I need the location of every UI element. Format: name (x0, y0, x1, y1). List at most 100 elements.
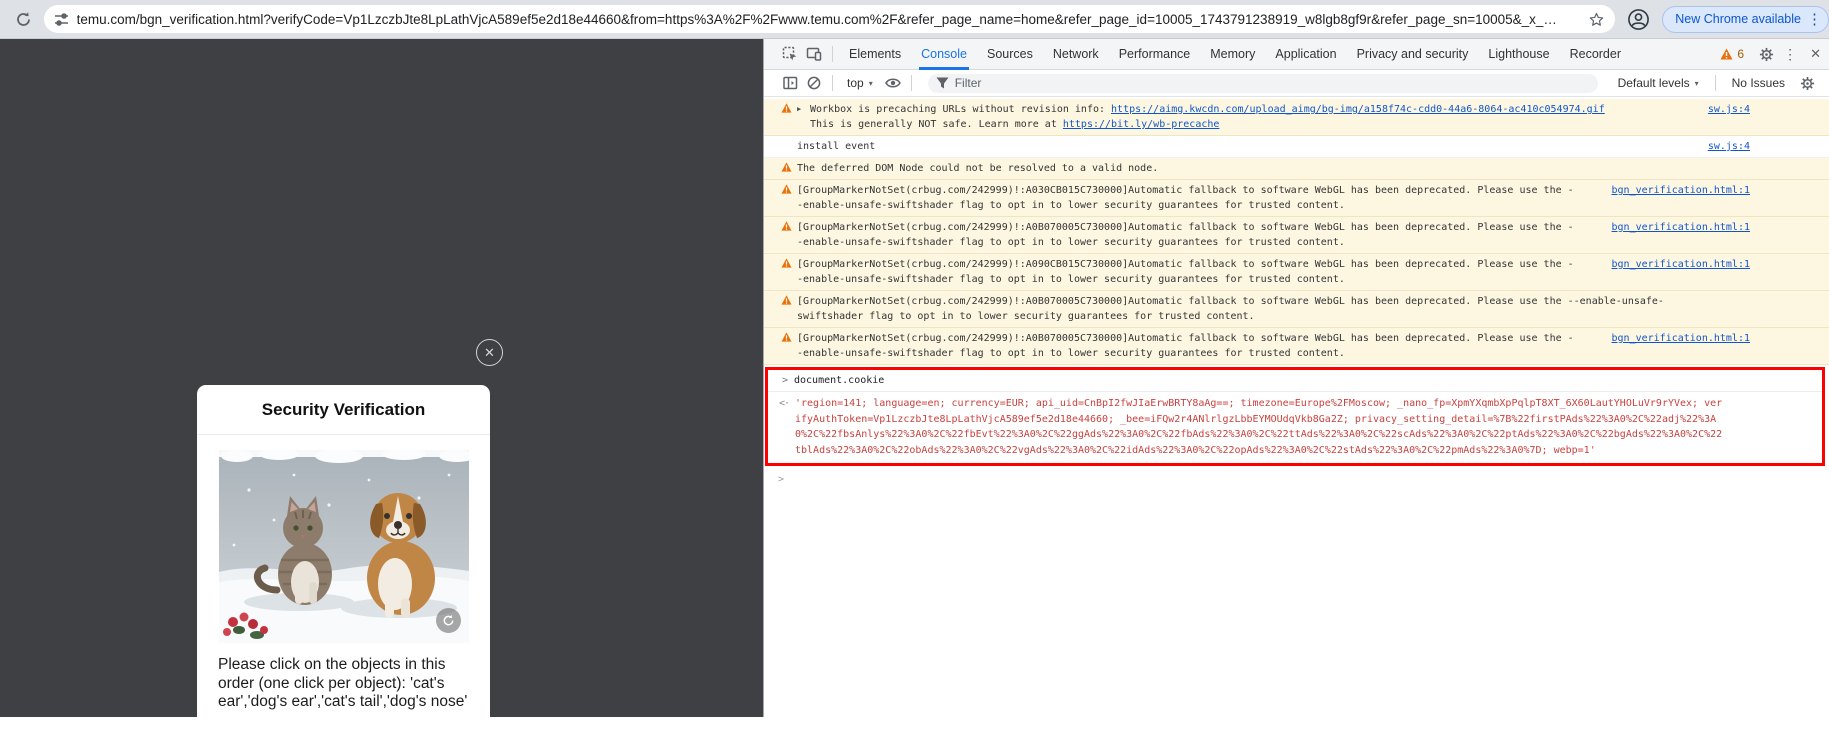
devtools-menu-button[interactable]: ⋮ (1778, 42, 1802, 66)
gear-icon (1800, 76, 1815, 91)
clear-console-button[interactable] (802, 71, 826, 95)
tab-sources[interactable]: Sources (977, 39, 1043, 70)
close-icon: ✕ (1810, 46, 1821, 61)
source-link[interactable]: bgn_verification.html:1 (1598, 331, 1750, 346)
warning-icon (781, 221, 794, 231)
filter-funnel-icon (936, 77, 949, 89)
close-icon: ✕ (484, 345, 495, 361)
context-selector[interactable]: top ▾ (847, 76, 873, 90)
console-prompt[interactable]: > (764, 466, 1829, 487)
source-link[interactable]: bgn_verification.html:1 (1598, 257, 1750, 272)
tab-elements[interactable]: Elements (839, 39, 911, 70)
site-info-icon[interactable] (54, 12, 69, 27)
message-text: The deferred DOM Node could not be resol… (797, 161, 1158, 176)
security-verification-modal: Security Verification (197, 385, 490, 742)
console-sidebar-button[interactable] (778, 71, 802, 95)
message-text: Workbox is precaching URLs without revis… (810, 102, 1605, 132)
cat-and-dog-photo (219, 450, 469, 643)
modal-title: Security Verification (197, 385, 490, 420)
console-result[interactable]: 'region=141; language=en; currency=EUR; … (795, 396, 1725, 458)
devtools-panel: ElementsConsoleSourcesNetworkPerformance… (763, 39, 1829, 717)
captcha-instruction: Please click on the objects in this orde… (218, 656, 469, 712)
sidebar-icon (783, 76, 798, 90)
eye-icon (885, 77, 901, 89)
console-message: [GroupMarkerNotSet(crbug.com/242999)!:A0… (764, 328, 1829, 365)
modal-close-button[interactable]: ✕ (476, 339, 503, 366)
warning-icon (1720, 48, 1733, 60)
message-link[interactable]: https://aimg.kwcdn.com/upload_aimg/bg-im… (1111, 104, 1605, 115)
source-link[interactable]: sw.js:4 (1694, 102, 1750, 117)
warning-icon (781, 162, 794, 172)
chrome-update-label: New Chrome available (1675, 12, 1801, 26)
live-expression-button[interactable] (881, 71, 905, 95)
warnings-badge[interactable]: 6 (1720, 47, 1744, 61)
message-text: [GroupMarkerNotSet(crbug.com/242999)!:A0… (797, 220, 1574, 250)
console-message: ▶Workbox is precaching URLs without revi… (764, 99, 1829, 136)
warning-icon (781, 258, 794, 268)
filter-placeholder: Filter (955, 76, 982, 90)
reload-button[interactable] (12, 7, 36, 31)
toolbar-separator (911, 75, 912, 91)
captcha-image[interactable] (219, 450, 469, 643)
console-message: [GroupMarkerNotSet(crbug.com/242999)!:A0… (764, 217, 1829, 254)
highlighted-console-group: > document.cookie <· 'region=141; langua… (765, 367, 1825, 466)
devtools-tabs: ElementsConsoleSourcesNetworkPerformance… (839, 39, 1631, 70)
refresh-icon (442, 614, 455, 627)
devtools-tabbar: ElementsConsoleSourcesNetworkPerformance… (764, 39, 1829, 70)
message-text: install event (797, 139, 875, 154)
console-command-row[interactable]: > document.cookie (768, 370, 1822, 392)
browser-menu-icon[interactable]: ⋮ (1807, 12, 1822, 27)
log-levels-selector[interactable]: Default levels ▾ (1618, 76, 1699, 90)
tab-performance[interactable]: Performance (1109, 39, 1201, 70)
kebab-icon: ⋮ (1783, 46, 1797, 63)
chevron-down-icon: ▾ (1695, 79, 1699, 88)
tab-memory[interactable]: Memory (1200, 39, 1265, 70)
tab-application[interactable]: Application (1265, 39, 1346, 70)
warning-icon (781, 184, 794, 194)
input-chevron-icon: > (782, 373, 794, 388)
address-bar[interactable]: temu.com/bgn_verification.html?verifyCod… (44, 5, 1616, 33)
profile-icon (1627, 8, 1650, 31)
source-link[interactable]: bgn_verification.html:1 (1598, 220, 1750, 235)
toolbar-separator (832, 46, 833, 62)
tab-network[interactable]: Network (1043, 39, 1109, 70)
tab-privacy-and-security[interactable]: Privacy and security (1347, 39, 1479, 70)
chevron-down-icon: ▾ (869, 79, 873, 88)
message-text: [GroupMarkerNotSet(crbug.com/242999)!:A0… (797, 257, 1574, 287)
reload-icon (15, 11, 32, 28)
return-value-icon: <· (779, 396, 795, 411)
device-toolbar-button[interactable] (802, 42, 826, 66)
console-result-row: <· 'region=141; language=en; currency=EU… (768, 392, 1822, 463)
issues-counter[interactable]: No Issues (1732, 76, 1785, 90)
warning-icon (781, 103, 794, 113)
bookmark-star-icon[interactable] (1588, 11, 1605, 28)
device-toolbar-icon (806, 46, 822, 62)
source-link[interactable]: bgn_verification.html:1 (1598, 183, 1750, 198)
inspect-icon (782, 46, 798, 62)
message-text: [GroupMarkerNotSet(crbug.com/242999)!:A0… (797, 183, 1574, 213)
tab-recorder[interactable]: Recorder (1560, 39, 1631, 70)
chrome-update-chip[interactable]: New Chrome available ⋮ (1662, 6, 1829, 33)
message-link[interactable]: https://bit.ly/wb-precache (1063, 119, 1220, 130)
expand-arrow-icon[interactable]: ▶ (797, 102, 807, 117)
console-toolbar: top ▾ Filter Default levels ▾ No Issues (764, 70, 1829, 97)
devtools-close-button[interactable]: ✕ (1810, 46, 1821, 62)
tab-lighthouse[interactable]: Lighthouse (1478, 39, 1559, 70)
modal-divider (197, 434, 490, 435)
source-link[interactable]: sw.js:4 (1694, 139, 1750, 154)
url-text[interactable]: temu.com/bgn_verification.html?verifyCod… (77, 12, 1581, 27)
console-message: [GroupMarkerNotSet(crbug.com/242999)!:A0… (764, 180, 1829, 217)
devtools-settings-button[interactable] (1754, 42, 1778, 66)
console-message: [GroupMarkerNotSet(crbug.com/242999)!:A0… (764, 291, 1829, 328)
inspect-element-button[interactable] (778, 42, 802, 66)
profile-button[interactable] (1627, 8, 1650, 31)
console-filter-input[interactable]: Filter (928, 74, 1598, 93)
console-settings-button[interactable] (1795, 71, 1819, 95)
console-messages: ▶Workbox is precaching URLs without revi… (764, 99, 1829, 365)
console-message: install event sw.js:4 (764, 136, 1829, 158)
clear-icon (807, 76, 821, 90)
refresh-captcha-button[interactable] (436, 608, 461, 633)
gear-icon (1759, 47, 1774, 62)
tab-console[interactable]: Console (911, 39, 977, 70)
console-message: The deferred DOM Node could not be resol… (764, 158, 1829, 180)
